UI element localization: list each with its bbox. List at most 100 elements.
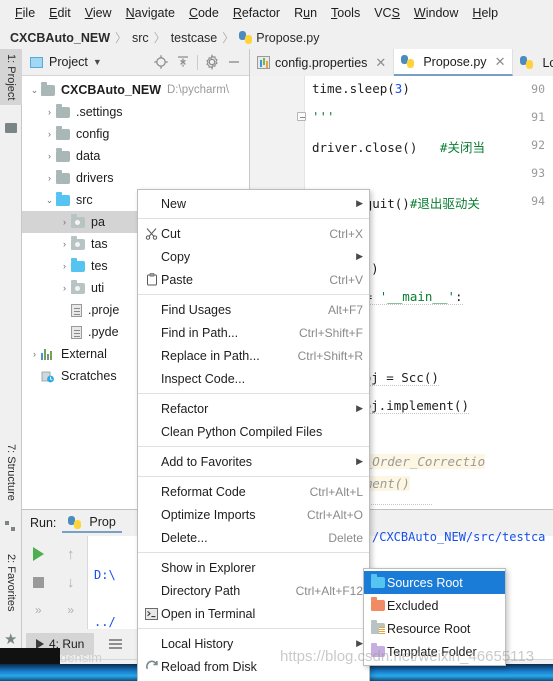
menu-code[interactable]: Code — [182, 3, 226, 23]
expand-arrow-icon[interactable]: › — [58, 261, 71, 271]
menu-item-show-in-explorer[interactable]: Show in Explorer — [138, 556, 369, 579]
tree-row-drivers[interactable]: › drivers — [22, 167, 249, 189]
tree-label: src — [76, 193, 93, 207]
console-path-fragment: /CXCBAuto_NEW/src/testca — [372, 530, 546, 544]
tab-propose-py[interactable]: Propose.py ✕ — [394, 49, 514, 76]
breadcrumb-testcase[interactable]: testcase — [171, 31, 218, 45]
next-occurrence-button[interactable]: ↓ — [55, 568, 88, 596]
expand-arrow-icon[interactable]: ⌄ — [43, 195, 56, 206]
left-tool-strip: 1: Project 7: Structure 2: Favorites ★ — [0, 49, 22, 681]
menu-item-shortcut: Ctrl+Alt+F12 — [295, 583, 363, 598]
menu-item-delete[interactable]: Delete... Delete — [138, 526, 369, 549]
menu-item-cut[interactable]: Cut Ctrl+X — [138, 222, 369, 245]
expand-arrow-icon[interactable]: › — [58, 239, 71, 249]
fold-marker-icon[interactable] — [297, 112, 306, 121]
menu-item-open-in-terminal[interactable]: Open in Terminal — [138, 602, 369, 625]
chevron-down-icon[interactable]: ▼ — [93, 57, 102, 67]
sidebar-item-favorites[interactable]: 2: Favorites — [0, 549, 22, 616]
expand-arrow-icon[interactable]: › — [43, 129, 56, 139]
prev-occurrence-button[interactable]: ↑ — [55, 540, 88, 568]
line-number: 91 — [531, 110, 545, 124]
menu-item-reformat-code[interactable]: Reformat Code Ctrl+Alt+L — [138, 480, 369, 503]
menu-separator — [138, 446, 369, 447]
tree-row-settings[interactable]: › .settings — [22, 101, 249, 123]
expand-arrow-icon[interactable]: › — [43, 151, 56, 161]
menu-item-directory-path[interactable]: Directory Path Ctrl+Alt+F12 — [138, 579, 369, 602]
close-icon[interactable]: ✕ — [375, 55, 386, 71]
expand-arrow-icon[interactable]: › — [58, 283, 71, 293]
menu-run[interactable]: Run — [287, 3, 324, 23]
breadcrumb-src[interactable]: src — [132, 31, 149, 45]
menu-item-label: Copy — [161, 249, 191, 264]
line-number: 92 — [531, 138, 545, 152]
tab-lo[interactable]: Lo — [513, 49, 553, 76]
menu-window[interactable]: Window — [407, 3, 465, 23]
tree-row-root[interactable]: ⌄ CXCBAuto_NEW D:\pycharm\ — [22, 79, 249, 101]
breadcrumb-project[interactable]: CXCBAuto_NEW — [10, 31, 110, 45]
submenu-item-sources-root[interactable]: Sources Root — [364, 571, 505, 594]
menu-item-add-to-favorites[interactable]: Add to Favorites ▶ — [138, 450, 369, 473]
menu-item-paste[interactable]: Paste Ctrl+V — [138, 268, 369, 291]
tree-label: drivers — [76, 171, 114, 185]
expand-arrow-icon[interactable]: › — [28, 349, 41, 359]
expand-arrow-icon[interactable]: › — [43, 173, 56, 183]
menu-vcs[interactable]: VCS — [367, 3, 407, 23]
more-actions-button[interactable]: » — [22, 596, 55, 624]
submenu-item-resource-root[interactable]: Resource Root — [364, 617, 505, 640]
menu-help[interactable]: Help — [465, 3, 505, 23]
menu-navigate[interactable]: Navigate — [119, 3, 182, 23]
menu-item-clean-python-compiled-files[interactable]: Clean Python Compiled Files — [138, 420, 369, 443]
close-icon[interactable]: ✕ — [495, 54, 506, 70]
menu-item-find-usages[interactable]: Find Usages Alt+F7 — [138, 298, 369, 321]
more-actions-button-2[interactable]: » — [55, 596, 88, 624]
menu-item-label: Replace in Path... — [161, 348, 260, 363]
tab-config-properties[interactable]: config.properties ✕ — [250, 49, 395, 76]
breadcrumb-file[interactable]: Propose.py — [256, 31, 319, 45]
sidebar-item-project[interactable]: 1: Project — [0, 49, 22, 106]
expand-arrow-icon[interactable]: › — [58, 217, 71, 227]
menu-item-inspect-code[interactable]: Inspect Code... — [138, 367, 369, 390]
submenu-arrow-icon: ▶ — [356, 456, 363, 466]
menu-item-label: Add to Favorites — [161, 454, 253, 469]
sidebar-item-structure[interactable]: 7: Structure — [0, 439, 22, 506]
menu-item-copy[interactable]: Copy ▶ — [138, 245, 369, 268]
menu-item-replace-in-path[interactable]: Replace in Path... Ctrl+Shift+R — [138, 344, 369, 367]
gear-icon[interactable] — [204, 54, 220, 70]
menu-refactor[interactable]: Refactor — [226, 3, 287, 23]
resource-root-folder-icon — [368, 620, 387, 634]
folder-icon — [56, 125, 70, 140]
list-view-icon[interactable] — [108, 638, 123, 650]
stop-button[interactable] — [22, 568, 55, 596]
menu-file[interactable]: File — [8, 3, 42, 23]
menu-item-label: Find in Path... — [161, 325, 239, 340]
tree-label: tas — [91, 237, 108, 251]
run-button[interactable] — [22, 540, 55, 568]
submenu-arrow-icon: ▶ — [356, 251, 363, 261]
minimize-icon[interactable] — [226, 54, 242, 70]
locate-icon[interactable] — [153, 54, 169, 70]
python-file-icon — [68, 515, 82, 529]
expand-arrow-icon[interactable]: ⌄ — [28, 85, 41, 96]
menu-item-optimize-imports[interactable]: Optimize Imports Ctrl+Alt+O — [138, 503, 369, 526]
submenu-arrow-icon: ▶ — [356, 198, 363, 208]
expand-arrow-icon[interactable]: › — [43, 107, 56, 117]
desktop-text: densim — [60, 650, 102, 665]
taskbar-fragment — [0, 648, 60, 664]
tree-row-config[interactable]: › config — [22, 123, 249, 145]
menu-item-find-in-path[interactable]: Find in Path... Ctrl+Shift+F — [138, 321, 369, 344]
collapse-all-icon[interactable] — [175, 54, 191, 70]
structure-icon — [5, 521, 16, 531]
tree-label: .pyde — [88, 325, 119, 339]
tree-row-data[interactable]: › data — [22, 145, 249, 167]
menu-separator — [138, 552, 369, 553]
tree-label: Scratches — [61, 369, 117, 383]
file-icon — [71, 303, 82, 317]
menu-item-new[interactable]: New ▶ — [138, 192, 369, 215]
run-config-tab[interactable]: Prop — [62, 513, 122, 533]
menu-edit[interactable]: Edit — [42, 3, 78, 23]
menu-view[interactable]: View — [78, 3, 119, 23]
submenu-item-excluded[interactable]: Excluded — [364, 594, 505, 617]
menu-tools[interactable]: Tools — [324, 3, 367, 23]
menu-item-refactor[interactable]: Refactor ▶ — [138, 397, 369, 420]
structure-tab-label: 7: Structure — [5, 444, 17, 501]
